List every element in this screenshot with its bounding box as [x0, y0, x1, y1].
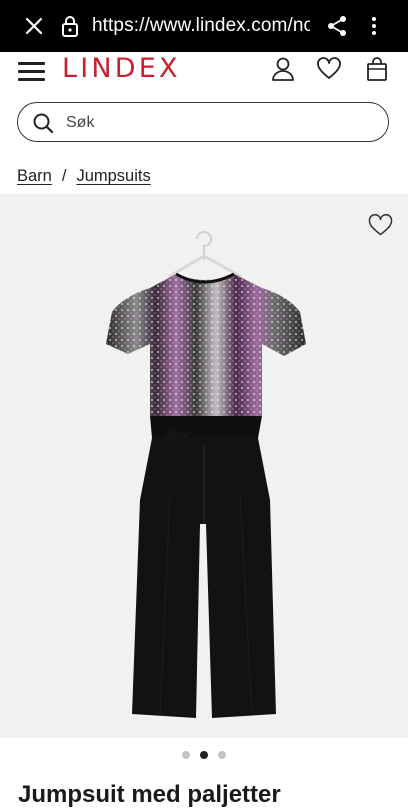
carousel-dot[interactable] — [182, 750, 190, 759]
more-vert-icon[interactable] — [366, 14, 382, 38]
share-icon[interactable] — [326, 14, 348, 38]
search-box[interactable] — [17, 102, 389, 142]
close-icon[interactable] — [22, 14, 46, 38]
account-icon[interactable] — [270, 56, 296, 82]
breadcrumb-link-barn[interactable]: Barn — [17, 167, 52, 185]
logo[interactable]: LINDEX — [62, 54, 181, 84]
heart-icon[interactable] — [316, 56, 342, 82]
breadcrumb-separator: / — [61, 167, 67, 185]
breadcrumb: Barn / Jumpsuits — [17, 164, 151, 188]
breadcrumb-link-jumpsuits[interactable]: Jumpsuits — [76, 167, 150, 185]
lock-icon — [62, 16, 78, 37]
search-icon — [33, 113, 54, 134]
favorite-icon[interactable] — [368, 214, 393, 236]
bag-icon[interactable] — [364, 56, 390, 82]
url-bar[interactable]: https://www.lindex.com/no/p — [92, 14, 310, 38]
product-image-gallery[interactable] — [0, 194, 408, 738]
carousel-indicator — [0, 746, 408, 762]
browser-toolbar: https://www.lindex.com/no/p — [0, 0, 408, 52]
product-image — [106, 231, 306, 718]
site-header: LINDEX — [0, 52, 408, 92]
search-input[interactable] — [64, 109, 368, 137]
menu-icon[interactable] — [18, 58, 46, 82]
carousel-dot[interactable] — [218, 750, 226, 759]
product-title: Jumpsuit med paljetter — [18, 781, 281, 808]
carousel-dot-active[interactable] — [200, 750, 208, 759]
